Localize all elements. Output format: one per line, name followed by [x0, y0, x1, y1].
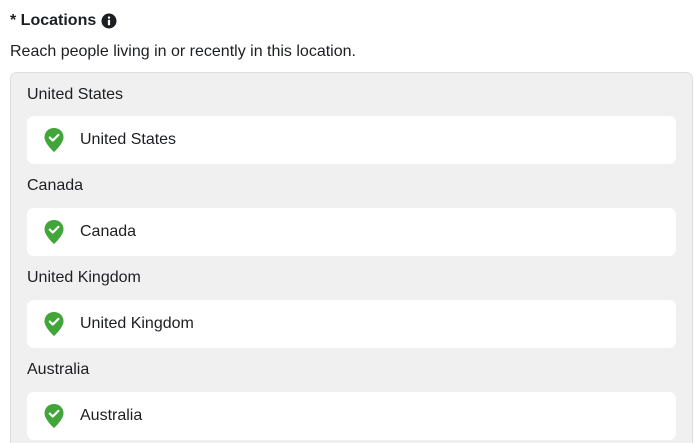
location-item-label: United States	[80, 131, 177, 148]
location-group-australia: Australia Australia	[27, 348, 676, 440]
location-pin-check-icon	[43, 311, 65, 337]
location-item-canada[interactable]: Canada	[27, 208, 676, 256]
locations-section: * Locations Reach people living in or re…	[0, 0, 700, 443]
selected-locations-panel: United States United States Canada Canad…	[10, 72, 693, 443]
location-group-united-states: United States United States	[27, 73, 676, 164]
info-icon[interactable]	[101, 13, 117, 29]
location-group-united-kingdom: United Kingdom United Kingdom	[27, 256, 676, 348]
location-item-label: Canada	[80, 223, 137, 240]
location-pin-check-icon	[43, 219, 65, 245]
location-group-heading: Canada	[27, 177, 84, 194]
location-item-australia[interactable]: Australia	[27, 392, 676, 440]
location-group-heading: United Kingdom	[27, 269, 141, 286]
location-pin-check-icon	[43, 403, 65, 429]
location-group-heading: United States	[27, 86, 124, 103]
locations-help-text: Reach people living in or recently in th…	[10, 43, 356, 60]
location-item-label: United Kingdom	[80, 315, 194, 332]
location-group-canada: Canada Canada	[27, 164, 676, 256]
locations-field-label: * Locations	[10, 11, 700, 31]
locations-label-text: * Locations	[10, 12, 97, 29]
location-group-heading: Australia	[27, 361, 90, 378]
location-item-united-states[interactable]: United States	[27, 116, 676, 164]
location-item-label: Australia	[80, 407, 143, 424]
location-pin-check-icon	[43, 127, 65, 153]
location-item-united-kingdom[interactable]: United Kingdom	[27, 300, 676, 348]
